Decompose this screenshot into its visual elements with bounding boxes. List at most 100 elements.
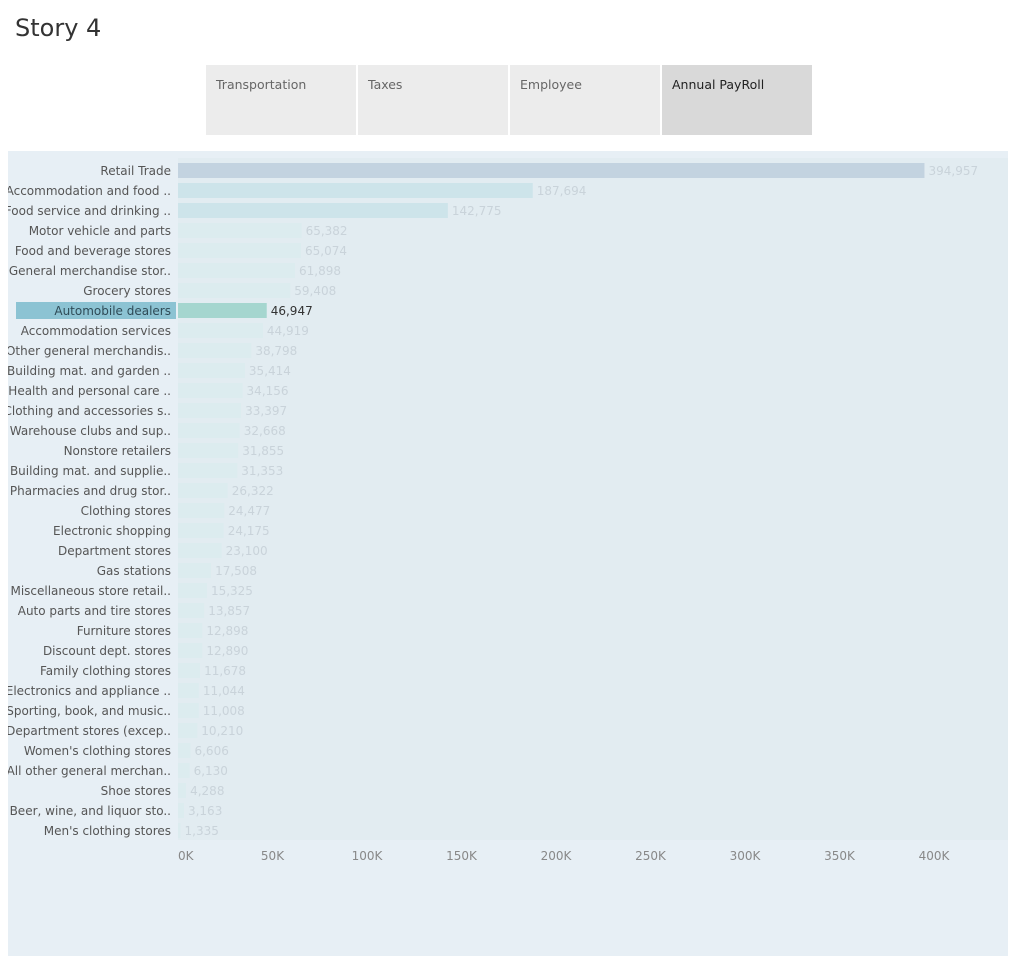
- bar-32[interactable]: [178, 803, 184, 818]
- tab-annual-payroll[interactable]: Annual PayRoll: [662, 65, 812, 135]
- bar-4[interactable]: [178, 243, 301, 258]
- category-label-16[interactable]: Pharmacies and drug stor..: [10, 484, 171, 498]
- value-label-9: 38,798: [255, 344, 297, 358]
- value-label-14: 31,855: [242, 444, 284, 458]
- bar-26[interactable]: [178, 683, 199, 698]
- x-tick-label-7: 350K: [824, 849, 856, 863]
- value-label-7: 46,947: [271, 304, 313, 318]
- bar-23[interactable]: [178, 623, 203, 638]
- chart-panel: Retail Trade 394,957 Accommodation and foo…: [8, 151, 1008, 956]
- bar-19[interactable]: [178, 543, 222, 558]
- bar-2[interactable]: [178, 203, 448, 218]
- category-label-17[interactable]: Clothing stores: [81, 504, 171, 518]
- bar-3[interactable]: [178, 223, 302, 238]
- category-label-33[interactable]: Men's clothing stores: [44, 824, 171, 838]
- value-label-13: 32,668: [244, 424, 286, 438]
- bar-29[interactable]: [178, 743, 191, 758]
- bar-31[interactable]: [178, 783, 187, 798]
- bar-8[interactable]: [178, 323, 263, 338]
- bar-11[interactable]: [178, 383, 243, 398]
- category-label-32[interactable]: Beer, wine, and liquor sto..: [10, 804, 171, 818]
- value-label-4: 65,074: [305, 244, 347, 258]
- bar-0[interactable]: [178, 163, 925, 178]
- value-label-1: 187,694: [537, 184, 587, 198]
- bar-28[interactable]: [178, 723, 198, 738]
- value-label-5: 61,898: [299, 264, 341, 278]
- category-label-27[interactable]: Sporting, book, and music..: [8, 704, 171, 718]
- bar-24[interactable]: [178, 643, 203, 658]
- category-label-18[interactable]: Electronic shopping: [53, 524, 171, 538]
- value-label-22: 13,857: [208, 604, 250, 618]
- category-label-29[interactable]: Women's clothing stores: [24, 744, 171, 758]
- category-label-13[interactable]: Warehouse clubs and sup..: [10, 424, 171, 438]
- value-label-23: 12,898: [206, 624, 248, 638]
- category-label-1[interactable]: Accommodation and food ..: [8, 184, 171, 198]
- x-tick-label-6: 300K: [730, 849, 762, 863]
- category-label-24[interactable]: Discount dept. stores: [43, 644, 171, 658]
- category-label-28[interactable]: Department stores (excep..: [8, 724, 171, 738]
- category-label-19[interactable]: Department stores: [58, 544, 171, 558]
- category-label-30[interactable]: All other general merchan..: [8, 764, 171, 778]
- category-label-21[interactable]: Miscellaneous store retail..: [10, 584, 171, 598]
- value-label-31: 4,288: [190, 784, 224, 798]
- bar-7[interactable]: [178, 303, 267, 318]
- category-label-5[interactable]: General merchandise stor..: [9, 264, 171, 278]
- bar-12[interactable]: [178, 403, 242, 418]
- category-label-10[interactable]: Building mat. and garden ..: [8, 364, 171, 378]
- x-tick-label-3: 150K: [446, 849, 478, 863]
- tab-taxes[interactable]: Taxes: [358, 65, 508, 135]
- value-label-16: 26,322: [232, 484, 274, 498]
- bar-6[interactable]: [178, 283, 291, 298]
- category-label-22[interactable]: Auto parts and tire stores: [18, 604, 171, 618]
- x-tick-label-0: 0K: [178, 849, 195, 863]
- bar-13[interactable]: [178, 423, 240, 438]
- value-label-33: 1,335: [185, 824, 219, 838]
- category-label-2[interactable]: Food service and drinking ..: [8, 204, 171, 218]
- bar-17[interactable]: [178, 503, 225, 518]
- bar-5[interactable]: [178, 263, 295, 278]
- bar-10[interactable]: [178, 363, 245, 378]
- x-tick-label-8: 400K: [919, 849, 951, 863]
- x-tick-label-2: 100K: [352, 849, 384, 863]
- bar-18[interactable]: [178, 523, 224, 538]
- bar-14[interactable]: [178, 443, 239, 458]
- category-label-0[interactable]: Retail Trade: [100, 164, 171, 178]
- bar-15[interactable]: [178, 463, 238, 478]
- value-label-2: 142,775: [452, 204, 502, 218]
- value-label-3: 65,382: [306, 224, 348, 238]
- value-label-11: 34,156: [247, 384, 289, 398]
- category-label-20[interactable]: Gas stations: [97, 564, 171, 578]
- category-label-15[interactable]: Building mat. and supplie..: [10, 464, 171, 478]
- value-label-24: 12,890: [206, 644, 248, 658]
- value-label-29: 6,606: [194, 744, 228, 758]
- value-label-21: 15,325: [211, 584, 253, 598]
- category-label-9[interactable]: Other general merchandis..: [8, 344, 171, 358]
- category-label-7[interactable]: Automobile dealers: [54, 304, 171, 318]
- bar-30[interactable]: [178, 763, 190, 778]
- story-title: Story 4: [15, 14, 102, 42]
- category-label-31[interactable]: Shoe stores: [101, 784, 171, 798]
- category-label-23[interactable]: Furniture stores: [77, 624, 171, 638]
- category-label-4[interactable]: Food and beverage stores: [15, 244, 171, 258]
- category-label-25[interactable]: Family clothing stores: [40, 664, 171, 678]
- bar-22[interactable]: [178, 603, 205, 618]
- category-label-12[interactable]: Clothing and accessories s..: [8, 404, 171, 418]
- plot-area: [178, 158, 1008, 840]
- value-label-30: 6,130: [194, 764, 228, 778]
- bar-21[interactable]: [178, 583, 207, 598]
- bar-27[interactable]: [178, 703, 199, 718]
- tab-transportation[interactable]: Transportation: [206, 65, 356, 135]
- tab-employee[interactable]: Employee: [510, 65, 660, 135]
- bar-1[interactable]: [178, 183, 533, 198]
- category-label-3[interactable]: Motor vehicle and parts: [29, 224, 171, 238]
- category-label-6[interactable]: Grocery stores: [83, 284, 171, 298]
- category-label-14[interactable]: Nonstore retailers: [64, 444, 171, 458]
- bar-20[interactable]: [178, 563, 212, 578]
- category-label-8[interactable]: Accommodation services: [21, 324, 171, 338]
- bar-16[interactable]: [178, 483, 228, 498]
- bar-25[interactable]: [178, 663, 201, 678]
- bar-9[interactable]: [178, 343, 252, 358]
- category-label-26[interactable]: Electronics and appliance ..: [8, 684, 171, 698]
- bar-33[interactable]: [178, 823, 181, 838]
- category-label-11[interactable]: Health and personal care ..: [8, 384, 171, 398]
